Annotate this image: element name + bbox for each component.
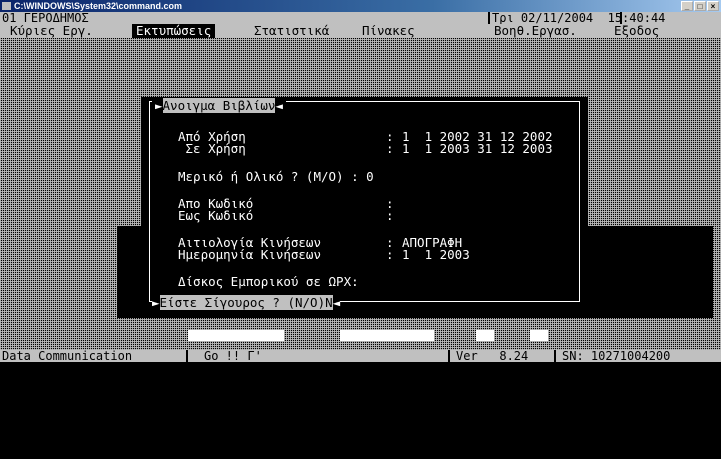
to-year-value[interactable]: 1 1 2003 31 12 2003	[402, 142, 553, 155]
menu-tables[interactable]: Πίνακες	[362, 24, 415, 38]
menu-main-tasks[interactable]: Κύριες Εργ.	[10, 24, 93, 38]
status-serial: SN: 10271004200	[562, 349, 671, 363]
menu-helper-tasks[interactable]: Βοηθ.Εργασ.	[494, 24, 577, 38]
menu-bar: Κύριες Εργ. Εκτυπώσεις Στατιστικά Πίνακε…	[0, 24, 721, 38]
menu-statistics[interactable]: Στατιστικά	[254, 24, 329, 38]
window-title: C:\WINDOWS\System32\command.com	[14, 1, 183, 11]
divider	[554, 350, 556, 362]
dialog-title: ►Ανοιγμα Βιβλίων◄	[152, 98, 286, 113]
input-field[interactable]	[476, 330, 494, 341]
input-field[interactable]	[340, 330, 434, 341]
movement-date-label: Ημερομηνία Κινήσεων	[178, 247, 321, 262]
divider	[488, 12, 490, 24]
status-go: Go !! Γ'	[204, 349, 262, 363]
movement-date-value[interactable]: 1 1 2003	[402, 248, 470, 261]
close-button[interactable]: ×	[707, 1, 719, 11]
status-version: Ver 8.24	[456, 349, 529, 363]
window-controls: _ □ ×	[681, 1, 719, 11]
info-line: 01 ΓΕΡΟΔΗΜΟΣ Τρι 02/11/2004 15:40:44	[0, 12, 721, 24]
open-books-dialog: ►Ανοιγμα Βιβλίων◄ Από Χρήση : 1 1 2002 3…	[141, 97, 588, 310]
partial-total-prompt[interactable]: Μερικό ή Ολικό ? (Μ/Ο) : 0	[178, 170, 374, 183]
confirm-value[interactable]: Ν	[325, 295, 333, 310]
status-data-communication: Data Communication	[2, 349, 133, 363]
to-code-label: Εως Κωδικό	[178, 208, 254, 223]
menu-exit[interactable]: Εξοδος	[614, 24, 659, 38]
minimize-button[interactable]: _	[681, 1, 693, 11]
disk-prompt[interactable]: Δίσκος Εμπορικού σε ΩΡΧ:	[178, 275, 359, 288]
divider	[448, 350, 450, 362]
input-field[interactable]	[530, 330, 548, 341]
to-year-label: Σε Χρήση	[178, 141, 246, 156]
menu-printouts[interactable]: Εκτυπώσεις	[132, 24, 216, 38]
status-bar: Data Communication Go !! Γ' Ver 8.24 SN:…	[0, 350, 721, 362]
console-icon	[2, 2, 11, 10]
dialog-frame: ►Ανοιγμα Βιβλίων◄ Από Χρήση : 1 1 2002 3…	[149, 98, 580, 310]
divider	[186, 350, 188, 362]
input-field[interactable]	[188, 330, 284, 341]
console-area[interactable]: 01 ΓΕΡΟΔΗΜΟΣ Τρι 02/11/2004 15:40:44 Κύρ…	[0, 12, 721, 362]
confirm-prompt[interactable]: ►Είστε Σίγουρος ? (Ν/Ο)Ν◄	[152, 295, 341, 310]
maximize-button[interactable]: □	[694, 1, 706, 11]
